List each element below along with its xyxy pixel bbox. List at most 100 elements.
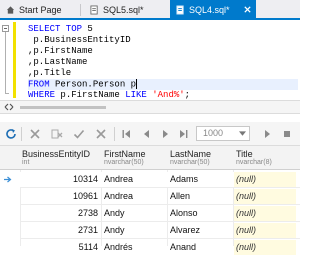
current-row-arrow-icon	[4, 176, 12, 183]
grid-line	[20, 204, 300, 205]
cell-last-name[interactable]: Alvarez	[170, 223, 230, 238]
table-row[interactable]: 5114 Andrés Anand (null)	[0, 240, 300, 255]
cancel-button[interactable]	[28, 127, 42, 141]
tab-sql4[interactable]: SQL4.sql*	[170, 0, 256, 20]
grid-line	[20, 221, 300, 222]
split-toggle-icon[interactable]	[4, 102, 14, 112]
column-header[interactable]: LastName nvarchar(50)	[170, 149, 211, 169]
next-page-button-alt[interactable]	[260, 127, 274, 141]
cell-first-name[interactable]: Andrea	[104, 172, 164, 187]
change-indicator-bar	[13, 22, 16, 98]
code-area[interactable]: SELECT TOP 5 p.BusinessEntityID ,p.First…	[28, 24, 298, 101]
cell-title[interactable]: (null)	[234, 172, 296, 187]
tab-sql5[interactable]: SQL5.sql*	[86, 0, 166, 20]
table-row[interactable]: 10314 Andrea Adams (null)	[0, 172, 300, 187]
column-type: nvarchar(8)	[236, 159, 272, 166]
column-header[interactable]: BusinessEntityID int	[22, 149, 90, 169]
tab-label: SQL5.sql*	[103, 5, 144, 15]
toolbar-separator	[21, 127, 22, 141]
code-text: p.FirstName	[55, 90, 126, 100]
column-header[interactable]: Title nvarchar(8)	[236, 149, 272, 169]
cell-last-name[interactable]: Anand	[170, 240, 230, 255]
discard-icon	[96, 129, 106, 139]
horizontal-scrollbar[interactable]	[20, 106, 106, 109]
table-row[interactable]: 2738 Andy Alonso (null)	[0, 206, 300, 221]
home-icon	[6, 6, 15, 14]
last-page-icon	[180, 130, 188, 138]
column-name: BusinessEntityID	[22, 149, 91, 159]
results-grid[interactable]: BusinessEntityID int FirstName nvarchar(…	[0, 146, 300, 258]
apply-button[interactable]	[72, 127, 86, 141]
next-page-icon	[163, 130, 168, 138]
grid-header-row: BusinessEntityID int FirstName nvarchar(…	[0, 146, 300, 170]
code-line: SELECT TOP 5	[28, 24, 298, 35]
cell-first-name[interactable]: Andy	[104, 223, 164, 238]
column-name: FirstName	[104, 149, 146, 159]
cell-business-entity-id[interactable]: 2738	[22, 206, 98, 221]
code-line: ,p.FirstName	[28, 46, 298, 57]
stop-button[interactable]	[280, 127, 294, 141]
code-text: Person.Person p	[49, 79, 137, 90]
fold-guide	[5, 32, 6, 94]
editor-status-strip	[0, 100, 300, 114]
close-icon[interactable]	[243, 5, 252, 14]
cell-last-name[interactable]: Alonso	[170, 206, 230, 221]
code-text: ,p.LastName	[28, 57, 88, 67]
cell-business-entity-id[interactable]: 10314	[22, 172, 98, 187]
prev-page-icon	[144, 130, 149, 138]
collapse-icon[interactable]	[2, 25, 9, 32]
code-line-current: FROM Person.Person p	[28, 79, 298, 90]
grid-line	[20, 187, 300, 188]
cell-business-entity-id[interactable]: 5114	[22, 240, 98, 255]
row-limit-value: 1000	[203, 128, 224, 138]
cell-title[interactable]: (null)	[234, 206, 296, 221]
next-page-button[interactable]	[158, 127, 172, 141]
refresh-icon	[6, 129, 16, 139]
editor-gutter	[0, 22, 12, 100]
column-type: nvarchar(50)	[104, 159, 144, 166]
cell-business-entity-id[interactable]: 2731	[22, 223, 98, 238]
cell-first-name[interactable]: Andrea	[104, 189, 164, 204]
cell-title[interactable]: (null)	[234, 240, 296, 255]
code-line: ,p.Title	[28, 68, 298, 79]
code-text: ;	[184, 90, 191, 100]
row-limit-select[interactable]: 1000	[196, 126, 250, 141]
chevron-down-icon	[239, 131, 246, 136]
last-page-button[interactable]	[176, 127, 190, 141]
stop-icon	[284, 131, 290, 137]
column-name: Title	[236, 149, 253, 159]
cell-business-entity-id[interactable]: 10961	[22, 189, 98, 204]
column-header[interactable]: FirstName nvarchar(50)	[104, 149, 146, 169]
cell-last-name[interactable]: Allen	[170, 189, 230, 204]
next-page-icon	[265, 130, 270, 138]
fold-guide-end	[5, 93, 9, 94]
table-row[interactable]: 2731 Andy Alvarez (null)	[0, 223, 300, 238]
keyword: FROM	[28, 79, 50, 90]
code-text: ,p.FirstName	[28, 46, 93, 56]
cell-title[interactable]: (null)	[234, 223, 296, 238]
table-row[interactable]: 10961 Andrea Allen (null)	[0, 189, 300, 204]
cancel-icon	[30, 129, 40, 139]
column-type: int	[22, 159, 30, 166]
discard-button[interactable]	[94, 127, 108, 141]
sql-file-icon	[176, 5, 184, 15]
cell-last-name[interactable]: Adams	[170, 172, 230, 187]
keyword: SELECT TOP	[28, 24, 83, 34]
tab-start-page[interactable]: Start Page	[2, 0, 64, 20]
prev-page-button[interactable]	[140, 127, 154, 141]
document-tab-bar: Start Page SQL5.sql* SQL4.sql*	[0, 0, 300, 20]
text-caret	[136, 79, 138, 89]
column-type: nvarchar(50)	[170, 159, 210, 166]
cell-title[interactable]: (null)	[234, 189, 296, 204]
results-toolbar: 1000	[0, 122, 300, 146]
sql-editor[interactable]: SELECT TOP 5 p.BusinessEntityID ,p.First…	[0, 22, 300, 100]
tab-divider	[80, 4, 81, 16]
toolbar-separator	[114, 127, 115, 141]
refresh-button[interactable]	[4, 127, 18, 141]
checkmark-icon	[73, 129, 85, 139]
cell-first-name[interactable]: Andrés	[104, 240, 164, 255]
delete-row-button[interactable]	[50, 127, 64, 141]
first-page-button[interactable]	[120, 127, 134, 141]
cell-first-name[interactable]: Andy	[104, 206, 164, 221]
column-name: LastName	[170, 149, 212, 159]
